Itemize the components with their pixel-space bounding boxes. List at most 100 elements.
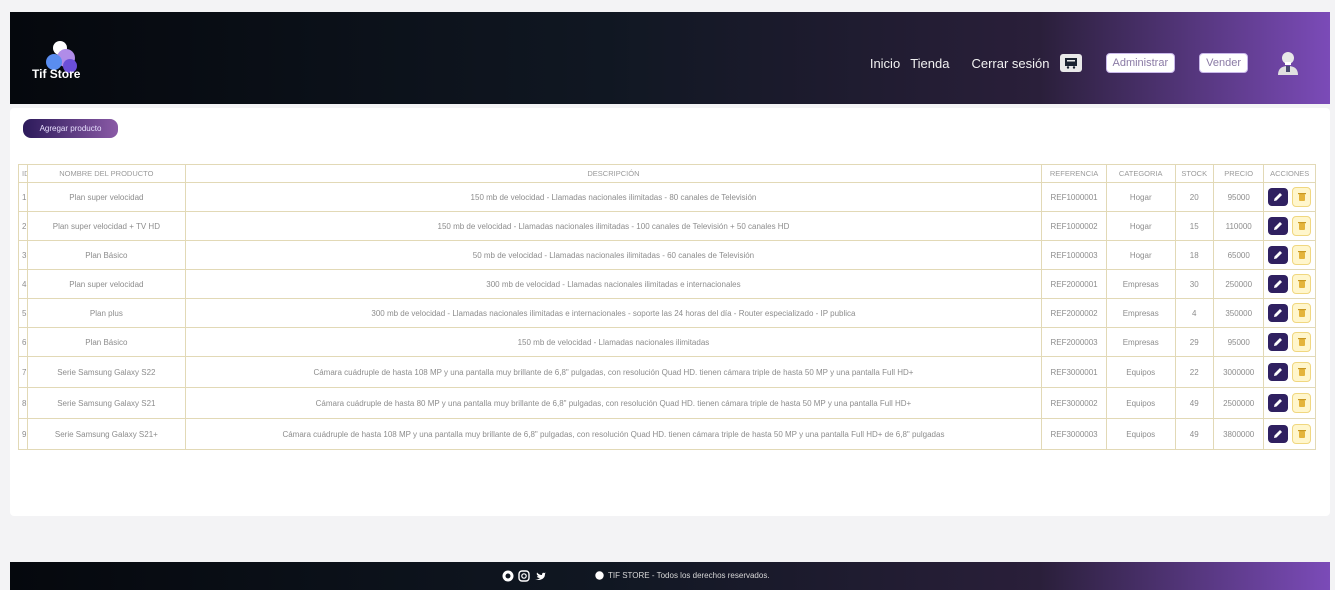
add-product-button[interactable]: Agregar producto bbox=[23, 119, 118, 138]
cell-stock: 20 bbox=[1174, 182, 1214, 212]
edit-pencil-icon bbox=[1274, 399, 1283, 407]
edit-button[interactable] bbox=[1268, 275, 1289, 293]
delete-button[interactable] bbox=[1292, 216, 1312, 236]
cell-category: Hogar bbox=[1105, 240, 1176, 270]
copyright: TIF STORE - Todos los derechos reservado… bbox=[595, 571, 770, 580]
edit-button[interactable] bbox=[1268, 333, 1289, 351]
cell-id: 6 bbox=[17, 327, 29, 357]
edit-button[interactable] bbox=[1268, 304, 1289, 322]
cell-id: 1 bbox=[17, 182, 29, 212]
cell-id: 5 bbox=[17, 298, 29, 328]
table-row: 8 Serie Samsung Galaxy S21 Cámara cuádrupl… bbox=[17, 387, 1316, 419]
table-row: 2 Plan super velocidad + TV HD 150 mb de v… bbox=[17, 211, 1316, 241]
trash-icon bbox=[1297, 399, 1306, 407]
cell-name: Plan super velocidad + TV HD bbox=[27, 211, 186, 241]
social-links bbox=[502, 570, 546, 582]
table-row: 7 Serie Samsung Galaxy S22 Cámara cuádrupl… bbox=[17, 356, 1316, 388]
cell-actions bbox=[1263, 298, 1316, 328]
table-header-row: ID NOMBRE DEL PRODUCTO DESCRIPCIÓN REFER… bbox=[17, 164, 1316, 183]
cell-reference: REF2000003 bbox=[1041, 327, 1107, 357]
cell-category: Equipos bbox=[1105, 418, 1176, 450]
edit-pencil-icon bbox=[1274, 430, 1283, 438]
cell-price: 2500000 bbox=[1212, 387, 1265, 419]
edit-button[interactable] bbox=[1268, 425, 1289, 443]
delete-button[interactable] bbox=[1292, 393, 1312, 413]
cell-reference: REF1000002 bbox=[1041, 211, 1107, 241]
delete-button[interactable] bbox=[1292, 362, 1312, 382]
nav-links: Inicio Tienda Cerrar sesión Administrar … bbox=[870, 49, 1302, 77]
edit-pencil-icon bbox=[1274, 222, 1283, 230]
cell-reference: REF2000001 bbox=[1041, 269, 1107, 299]
cell-category: Empresas bbox=[1105, 327, 1176, 357]
cart-icon[interactable] bbox=[1059, 54, 1082, 72]
cell-actions bbox=[1263, 387, 1316, 419]
header-reference: REFERENCIA bbox=[1041, 164, 1107, 183]
cell-reference: REF3000002 bbox=[1041, 387, 1107, 419]
cell-actions bbox=[1263, 327, 1316, 357]
cell-id: 7 bbox=[17, 356, 29, 388]
cell-stock: 29 bbox=[1174, 327, 1214, 357]
delete-button[interactable] bbox=[1292, 187, 1312, 207]
edit-button[interactable] bbox=[1268, 394, 1289, 412]
admin-button[interactable]: Administrar bbox=[1105, 53, 1176, 73]
cell-actions bbox=[1263, 269, 1316, 299]
delete-button[interactable] bbox=[1292, 245, 1312, 265]
cell-category: Equipos bbox=[1105, 356, 1176, 388]
nav-link-tienda[interactable]: Tienda bbox=[910, 56, 949, 71]
cell-actions bbox=[1263, 356, 1316, 388]
instagram-icon[interactable] bbox=[518, 570, 530, 582]
delete-button[interactable] bbox=[1292, 332, 1312, 352]
products-table: ID NOMBRE DEL PRODUCTO DESCRIPCIÓN REFER… bbox=[17, 164, 1316, 450]
tif-logo-icon[interactable] bbox=[32, 32, 92, 92]
nav-link-inicio[interactable]: Inicio bbox=[870, 56, 900, 71]
edit-pencil-icon bbox=[1274, 251, 1283, 259]
cell-description: Cámara cuádruple de hasta 108 MP y una p… bbox=[184, 356, 1043, 388]
edit-button[interactable] bbox=[1268, 363, 1289, 381]
delete-button[interactable] bbox=[1292, 274, 1312, 294]
delete-button[interactable] bbox=[1292, 424, 1312, 444]
cell-id: 8 bbox=[17, 387, 29, 419]
table-row: 5 Plan plus 300 mb de velocidad - Llamadas… bbox=[17, 298, 1316, 328]
edit-pencil-icon bbox=[1274, 280, 1283, 288]
cell-reference: REF3000001 bbox=[1041, 356, 1107, 388]
copyright-icon bbox=[595, 571, 604, 580]
trash-icon bbox=[1297, 193, 1306, 201]
nav-link-cerrar-sesion[interactable]: Cerrar sesión bbox=[971, 56, 1049, 71]
cell-price: 3000000 bbox=[1212, 356, 1265, 388]
cell-name: Plan Básico bbox=[27, 327, 186, 357]
cell-description: 300 mb de velocidad - Llamadas nacionale… bbox=[184, 298, 1043, 328]
sell-button[interactable]: Vender bbox=[1199, 53, 1248, 73]
cell-name: Serie Samsung Galaxy S21+ bbox=[27, 418, 186, 450]
cell-category: Empresas bbox=[1105, 298, 1176, 328]
cell-category: Hogar bbox=[1105, 211, 1176, 241]
edit-button[interactable] bbox=[1268, 246, 1289, 264]
copyright-text: TIF STORE - Todos los derechos reservado… bbox=[608, 571, 770, 580]
header-actions: ACCIONES bbox=[1263, 164, 1316, 183]
cell-actions bbox=[1263, 418, 1316, 450]
cell-actions bbox=[1263, 182, 1316, 212]
user-icon[interactable] bbox=[1274, 49, 1302, 77]
cell-reference: REF2000002 bbox=[1041, 298, 1107, 328]
footer: TIF STORE - Todos los derechos reservado… bbox=[10, 562, 1330, 590]
github-icon[interactable] bbox=[502, 570, 514, 582]
edit-pencil-icon bbox=[1274, 309, 1283, 317]
edit-button[interactable] bbox=[1268, 217, 1289, 235]
brand-name[interactable]: Tif Store bbox=[32, 67, 80, 81]
table-row: 9 Serie Samsung Galaxy S21+ Cámara cuádrup… bbox=[17, 418, 1316, 450]
edit-button[interactable] bbox=[1268, 188, 1289, 206]
cell-actions bbox=[1263, 211, 1316, 241]
cell-description: Cámara cuádruple de hasta 80 MP y una pa… bbox=[184, 387, 1043, 419]
cell-price: 95000 bbox=[1212, 182, 1265, 212]
cell-stock: 15 bbox=[1174, 211, 1214, 241]
cell-description: 300 mb de velocidad - Llamadas nacionale… bbox=[184, 269, 1043, 299]
cell-stock: 18 bbox=[1174, 240, 1214, 270]
twitter-icon[interactable] bbox=[534, 570, 546, 582]
cell-price: 110000 bbox=[1212, 211, 1265, 241]
cell-stock: 30 bbox=[1174, 269, 1214, 299]
cell-category: Empresas bbox=[1105, 269, 1176, 299]
cell-description: 50 mb de velocidad - Llamadas nacionales… bbox=[184, 240, 1043, 270]
delete-button[interactable] bbox=[1292, 303, 1312, 323]
cell-reference: REF1000001 bbox=[1041, 182, 1107, 212]
edit-pencil-icon bbox=[1274, 338, 1283, 346]
table-row: 4 Plan super velocidad 300 mb de velocidad… bbox=[17, 269, 1316, 299]
